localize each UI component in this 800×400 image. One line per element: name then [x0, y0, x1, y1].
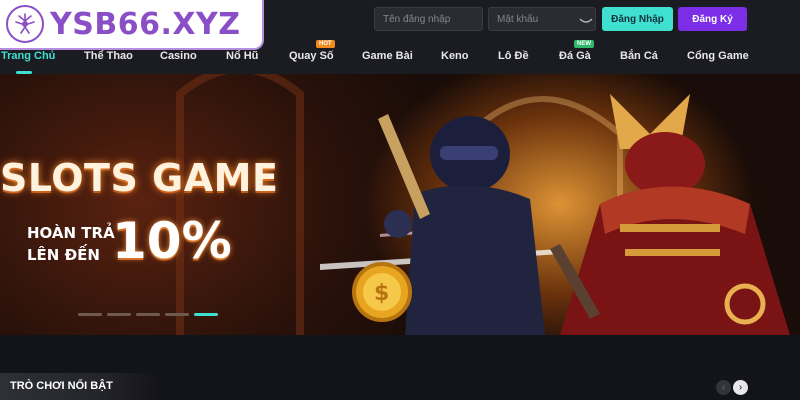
hide-password-icon[interactable]: [579, 13, 593, 23]
carousel-dot[interactable]: [107, 313, 131, 316]
nav-item-game-bai[interactable]: Game Bài: [362, 38, 413, 74]
section-title: TRÒ CHƠI NỔI BẬT: [0, 373, 160, 400]
carousel-dot[interactable]: [165, 313, 189, 316]
nav-item-cong-game[interactable]: Cổng Game: [687, 38, 749, 74]
promo-text-line2: LÊN ĐẾN: [27, 246, 100, 264]
logo-text: YSB66.XYZ: [50, 6, 241, 42]
top-header: YSB66.XYZ Đăng Nhập Đăng Ký: [0, 0, 800, 50]
svg-text:$: $: [374, 281, 389, 306]
new-badge: NEW: [574, 40, 594, 48]
next-arrow-button[interactable]: ›: [733, 380, 748, 395]
login-button[interactable]: Đăng Nhập: [602, 7, 673, 31]
logo-emblem-icon: [6, 5, 44, 43]
carousel-dot-active[interactable]: [194, 313, 218, 316]
promo-text-line1: HOÀN TRẢ: [27, 224, 115, 242]
nav-item-ban-ca[interactable]: Bắn Cá: [620, 38, 658, 74]
hot-badge: HOT: [316, 40, 335, 48]
promo-value: 10%: [112, 212, 232, 270]
nav-item-lo-de[interactable]: Lô Đề: [498, 38, 529, 74]
carousel-dot[interactable]: [136, 313, 160, 316]
promo-banner[interactable]: $ SLOTS GAME HOÀN TRẢ LÊN ĐẾN 10%: [0, 74, 800, 335]
nav-item-keno[interactable]: Keno: [441, 38, 469, 74]
prev-arrow-button[interactable]: ‹: [716, 380, 731, 395]
register-button[interactable]: Đăng Ký: [678, 7, 747, 31]
banner-artwork: $: [176, 74, 790, 335]
username-input[interactable]: [374, 7, 483, 31]
carousel-dot[interactable]: [78, 313, 102, 316]
banner-title: SLOTS GAME: [0, 156, 279, 200]
featured-games-section: TRÒ CHƠI NỔI BẬT ‹ ›: [0, 335, 800, 400]
site-logo[interactable]: YSB66.XYZ: [0, 0, 264, 50]
